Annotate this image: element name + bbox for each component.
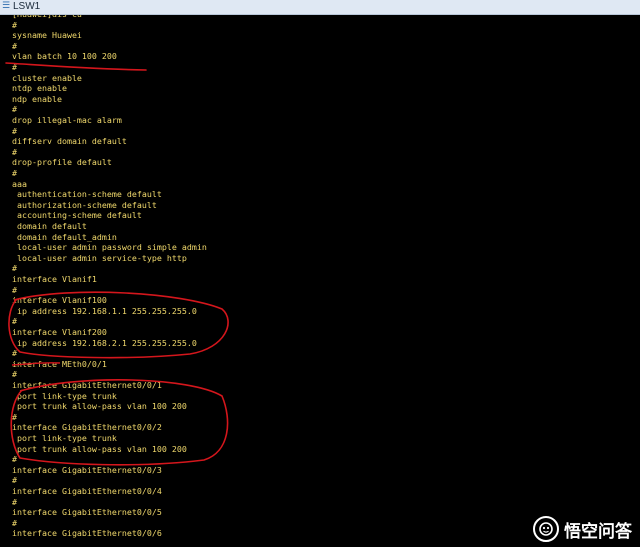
terminal-line: diffserv domain default <box>12 136 127 147</box>
wukong-logo-icon <box>533 516 559 542</box>
terminal-line: sysname Huawei <box>12 30 82 41</box>
terminal-line: # <box>12 475 17 486</box>
terminal-line: # <box>12 19 17 30</box>
terminal-line: # <box>12 125 17 136</box>
terminal-line: port link-type trunk <box>12 433 117 443</box>
terminal-line: interface Vlanif1 <box>12 274 97 284</box>
terminal-line: ip address 192.168.2.1 255.255.255.0 <box>12 337 197 348</box>
terminal-line: local-user admin password simple admin <box>12 242 207 253</box>
terminal-line: domain default <box>12 221 87 231</box>
terminal-line: interface GigabitEthernet0/0/5 <box>12 507 162 518</box>
switch-app-icon: ☰ <box>2 1 11 11</box>
terminal-line: interface MEth0/0/1 <box>12 358 107 369</box>
terminal-line: vlan batch 10 100 200 <box>12 51 117 62</box>
terminal-line: interface GigabitEthernet0/0/2 <box>12 422 162 433</box>
terminal-line: port trunk allow-pass vlan 100 200 <box>12 401 187 412</box>
terminal-line: aaa <box>12 178 27 189</box>
terminal-line: # <box>12 40 17 51</box>
terminal-line: # <box>12 496 17 507</box>
terminal-line: authentication-scheme default <box>12 189 162 200</box>
watermark-text: 悟空问答 <box>564 521 632 542</box>
terminal-line: port trunk allow-pass vlan 100 200 <box>12 443 187 454</box>
terminal-line: port link-type trunk <box>12 390 117 401</box>
window-title: LSW1 <box>13 1 41 12</box>
terminal-line: # <box>12 146 17 157</box>
terminal-line: ndp enable <box>12 93 62 104</box>
terminal-line: # <box>12 316 17 327</box>
terminal-line: interface Vlanif100 <box>12 295 107 306</box>
terminal-line: interface GigabitEthernet0/0/4 <box>12 486 162 496</box>
terminal-line: authorization-scheme default <box>12 199 157 210</box>
terminal-line: domain default_admin <box>12 231 117 242</box>
terminal-line: # <box>12 168 17 178</box>
terminal-line: # <box>12 104 17 115</box>
terminal-line: interface GigabitEthernet0/0/1 <box>12 380 162 390</box>
terminal-output[interactable]: [Huawei]dis cu#sysname Huawei#vlan batch… <box>0 15 640 547</box>
terminal-line: # <box>12 62 17 72</box>
terminal-line: interface GigabitEthernet0/0/6 <box>12 528 162 539</box>
terminal-line: cluster enable <box>12 72 82 83</box>
terminal-line: ntdp enable <box>12 83 67 94</box>
terminal-line: # <box>12 284 17 295</box>
terminal-line: # <box>12 348 17 359</box>
terminal-line: interface GigabitEthernet0/0/3 <box>12 464 162 475</box>
terminal-line: # <box>12 263 17 274</box>
terminal-line: # <box>12 411 17 422</box>
window-titlebar[interactable]: ☰ LSW1 <box>0 0 640 15</box>
terminal-line: interface Vlanif200 <box>12 327 107 337</box>
terminal-line: # <box>12 454 17 465</box>
terminal-line: # <box>12 517 17 528</box>
terminal-line: accounting-scheme default <box>12 210 142 221</box>
terminal-line: ip address 192.168.1.1 255.255.255.0 <box>12 305 197 316</box>
terminal-line: local-user admin service-type http <box>12 252 187 263</box>
terminal-line: drop illegal-mac alarm <box>12 115 122 125</box>
watermark: 悟空问答 <box>533 516 632 542</box>
terminal-line: drop-profile default <box>12 157 112 168</box>
terminal-line: [Huawei]dis cu <box>12 15 82 20</box>
terminal-line: # <box>12 369 17 380</box>
